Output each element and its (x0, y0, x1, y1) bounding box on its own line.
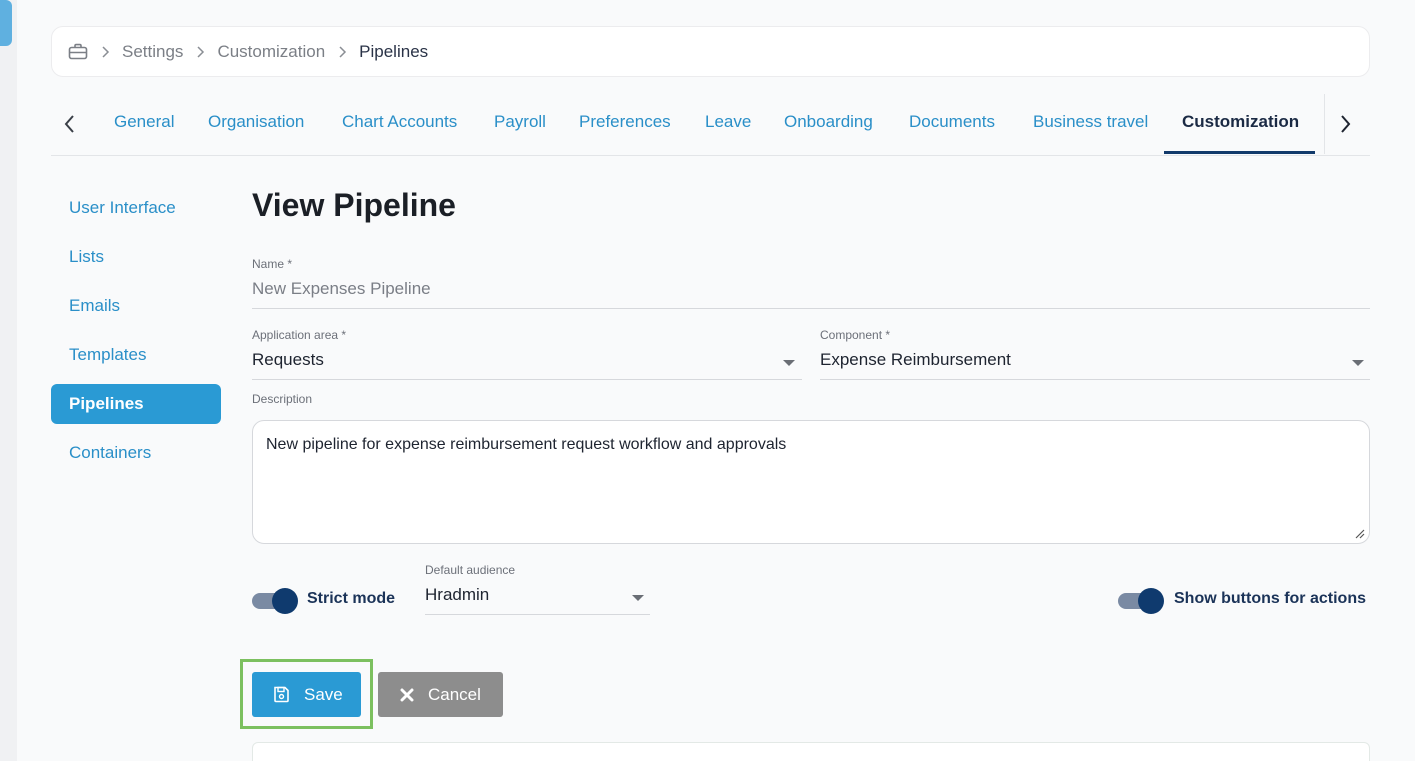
sidebar-item-templates[interactable]: Templates (51, 335, 221, 375)
customization-sidebar: User Interface Lists Emails Templates Pi… (51, 188, 221, 482)
floppy-disk-icon (273, 686, 290, 703)
pipeline-steps-panel (252, 742, 1370, 761)
settings-tabs: General Organisation Chart Accounts Payr… (51, 94, 1370, 156)
tab-general[interactable]: General (114, 112, 174, 132)
cancel-button[interactable]: Cancel (378, 672, 503, 717)
page-title: View Pipeline (252, 187, 456, 223)
tab-leave[interactable]: Leave (705, 112, 751, 132)
main-panel: Settings Customization Pipelines General… (17, 0, 1415, 761)
sidebar-item-lists[interactable]: Lists (51, 237, 221, 277)
description-textarea[interactable]: New pipeline for expense reimbursement r… (252, 420, 1370, 544)
chevron-right-icon (100, 45, 110, 58)
tab-chart-accounts[interactable]: Chart Accounts (342, 112, 457, 132)
save-button[interactable]: Save (252, 672, 361, 717)
strict-mode-toggle[interactable] (252, 588, 298, 614)
name-label: Name * (252, 257, 293, 271)
tab-payroll[interactable]: Payroll (494, 112, 546, 132)
component-label: Component * (820, 328, 891, 342)
chevron-right-icon[interactable] (1338, 114, 1352, 134)
sidebar-item-pipelines[interactable]: Pipelines (51, 384, 221, 424)
application-area-underline (252, 379, 802, 380)
breadcrumb-pipelines: Pipelines (359, 41, 429, 61)
show-buttons-toggle[interactable] (1118, 588, 1164, 614)
resize-grip-icon[interactable] (1355, 529, 1365, 539)
cancel-label: Cancel (428, 684, 481, 704)
description-label: Description (252, 392, 313, 406)
close-icon (400, 688, 414, 702)
chevron-right-icon (337, 45, 347, 58)
component-select[interactable]: Expense Reimbursement (820, 350, 1011, 370)
chevron-right-icon (195, 45, 205, 58)
chevron-down-icon[interactable] (1352, 360, 1364, 366)
application-area-select[interactable]: Requests (252, 350, 324, 370)
breadcrumb-customization[interactable]: Customization (217, 42, 325, 62)
name-underline (252, 308, 1370, 309)
application-area-label: Application area * (252, 328, 347, 342)
default-audience-select[interactable]: Hradmin (425, 585, 489, 605)
tab-divider (1324, 94, 1325, 154)
breadcrumb-settings[interactable]: Settings (122, 42, 183, 62)
tab-business-travel[interactable]: Business travel (1033, 112, 1148, 132)
tab-organisation[interactable]: Organisation (208, 112, 304, 132)
sidebar-item-user-interface[interactable]: User Interface (51, 188, 221, 228)
chevron-down-icon[interactable] (632, 595, 644, 601)
tab-preferences[interactable]: Preferences (579, 112, 671, 132)
active-tab-indicator (1164, 151, 1315, 154)
breadcrumb: Settings Customization Pipelines (51, 26, 1370, 77)
tab-customization[interactable]: Customization (1182, 112, 1299, 132)
component-underline (820, 379, 1370, 380)
briefcase-icon[interactable] (68, 43, 88, 61)
description-text: New pipeline for expense reimbursement r… (266, 436, 787, 453)
strict-mode-label: Strict mode (307, 590, 396, 607)
default-audience-underline (425, 614, 650, 615)
sidebar-item-emails[interactable]: Emails (51, 286, 221, 326)
save-label: Save (304, 684, 343, 704)
default-audience-label: Default audience (425, 563, 516, 577)
collapsed-sidebar-handle[interactable] (0, 0, 12, 46)
tab-onboarding[interactable]: Onboarding (784, 112, 873, 132)
chevron-down-icon[interactable] (783, 360, 795, 366)
show-buttons-label: Show buttons for actions (1174, 590, 1366, 607)
tab-documents[interactable]: Documents (909, 112, 995, 132)
sidebar-item-containers[interactable]: Containers (51, 433, 221, 473)
chevron-left-icon[interactable] (63, 114, 77, 134)
name-input[interactable]: New Expenses Pipeline (252, 279, 431, 299)
